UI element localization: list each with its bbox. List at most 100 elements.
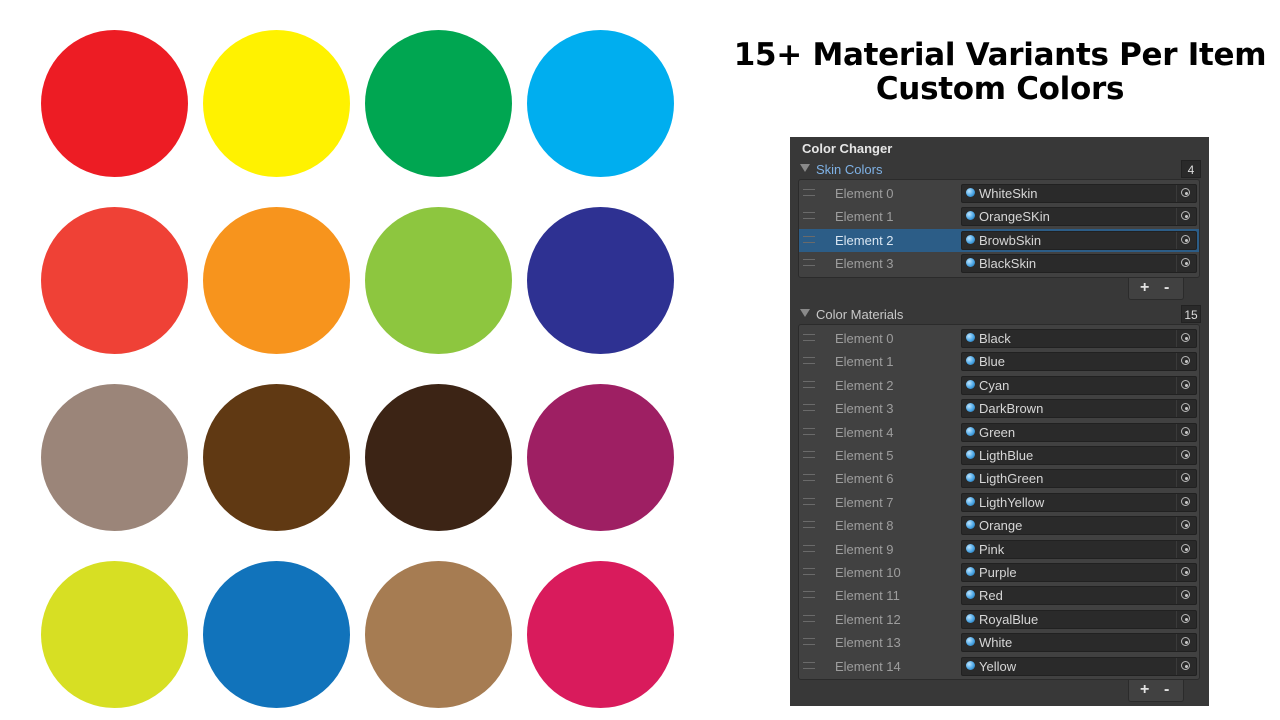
- skin-colors-foldout[interactable]: Skin Colors 4: [798, 160, 1201, 179]
- material-name: Green: [979, 424, 1016, 440]
- object-picker-button[interactable]: [1176, 657, 1196, 675]
- material-object-field[interactable]: Yellow: [961, 656, 1197, 676]
- drag-handle-icon[interactable]: [803, 259, 815, 267]
- object-picker-button[interactable]: [1176, 493, 1196, 511]
- object-picker-button[interactable]: [1176, 353, 1196, 371]
- object-picker-button[interactable]: [1176, 447, 1196, 464]
- material-icon: [966, 426, 975, 436]
- drag-handle-icon[interactable]: [803, 451, 815, 458]
- object-picker-button[interactable]: [1176, 423, 1196, 441]
- remove-element-button[interactable]: -: [1164, 278, 1169, 298]
- object-picker-button[interactable]: [1176, 330, 1196, 347]
- list-element-row[interactable]: Element 4 Green: [799, 421, 1199, 444]
- material-object-field[interactable]: LigthYellow: [961, 492, 1197, 512]
- material-object-field[interactable]: RoyalBlue: [961, 609, 1197, 629]
- object-picker-button[interactable]: [1176, 231, 1196, 249]
- list-element-row[interactable]: Element 6 LigthGreen: [799, 467, 1199, 490]
- list-element-row[interactable]: Element 2 Cyan: [799, 374, 1199, 397]
- object-picker-button[interactable]: [1176, 208, 1196, 226]
- remove-element-button[interactable]: -: [1164, 680, 1169, 700]
- object-picker-button[interactable]: [1176, 185, 1196, 202]
- foldout-arrow-icon[interactable]: [800, 309, 810, 317]
- object-picker-button[interactable]: [1176, 255, 1196, 273]
- list-element-row[interactable]: Element 9 Pink: [799, 538, 1199, 561]
- object-picker-button[interactable]: [1176, 540, 1196, 558]
- list-element-row[interactable]: Element 1 Blue: [799, 350, 1199, 373]
- drag-handle-icon[interactable]: [803, 614, 815, 622]
- material-object-field[interactable]: Black: [961, 329, 1197, 348]
- list-element-row[interactable]: Element 5 LigthBlue: [799, 444, 1199, 467]
- add-element-button[interactable]: +: [1140, 278, 1149, 298]
- material-object-field[interactable]: BrowbSkin: [961, 230, 1197, 250]
- material-name: LigthGreen: [979, 471, 1044, 487]
- material-object-field[interactable]: Pink: [961, 539, 1197, 559]
- element-label: Element 7: [835, 494, 894, 510]
- object-picker-button[interactable]: [1176, 634, 1196, 652]
- drag-handle-icon[interactable]: [803, 591, 815, 599]
- list-element-row[interactable]: Element 12 RoyalBlue: [799, 608, 1199, 631]
- object-picker-button[interactable]: [1176, 587, 1196, 605]
- drag-handle-icon[interactable]: [803, 638, 815, 646]
- material-object-field[interactable]: Red: [961, 586, 1197, 606]
- list-element-row[interactable]: Element 13 White: [799, 631, 1199, 654]
- object-picker-button[interactable]: [1176, 564, 1196, 581]
- color-materials-foldout[interactable]: Color Materials 15: [798, 305, 1201, 324]
- drag-handle-icon[interactable]: [803, 380, 815, 388]
- drag-handle-icon[interactable]: [803, 235, 815, 243]
- color-swatch: [527, 384, 674, 531]
- material-object-field[interactable]: Cyan: [961, 375, 1197, 395]
- drag-handle-icon[interactable]: [803, 404, 815, 412]
- color-materials-size-field[interactable]: 15: [1181, 305, 1201, 323]
- list-element-row[interactable]: Element 3 DarkBrown: [799, 397, 1199, 420]
- list-element-row[interactable]: Element 2 BrowbSkin: [799, 228, 1199, 252]
- material-object-field[interactable]: White: [961, 633, 1197, 653]
- drag-handle-icon[interactable]: [803, 189, 815, 196]
- drag-handle-icon[interactable]: [803, 334, 815, 341]
- drag-handle-icon[interactable]: [803, 497, 815, 505]
- material-object-field[interactable]: OrangeSKin: [961, 207, 1197, 227]
- object-picker-button[interactable]: [1176, 376, 1196, 394]
- color-swatch-grid: [0, 0, 720, 720]
- object-picker-button[interactable]: [1176, 400, 1196, 418]
- material-icon: [966, 356, 975, 366]
- material-object-field[interactable]: Blue: [961, 352, 1197, 372]
- list-element-row[interactable]: Element 0 Black: [799, 327, 1199, 350]
- drag-handle-icon[interactable]: [803, 568, 815, 575]
- object-picker-button[interactable]: [1176, 517, 1196, 535]
- skin-colors-list: Element 0 WhiteSkin Element 1 OrangeSKin Ele…: [798, 179, 1200, 278]
- material-object-field[interactable]: Purple: [961, 563, 1197, 582]
- material-object-field[interactable]: WhiteSkin: [961, 184, 1197, 203]
- skin-colors-size-field[interactable]: 4: [1181, 160, 1201, 178]
- drag-handle-icon[interactable]: [803, 212, 815, 220]
- material-object-field[interactable]: DarkBrown: [961, 399, 1197, 419]
- material-object-field[interactable]: LigthBlue: [961, 446, 1197, 465]
- color-materials-label: Color Materials: [816, 307, 904, 322]
- drag-handle-icon[interactable]: [803, 661, 815, 669]
- material-icon: [966, 660, 975, 670]
- drag-handle-icon[interactable]: [803, 427, 815, 435]
- material-name: DarkBrown: [979, 401, 1044, 417]
- material-object-field[interactable]: LigthGreen: [961, 469, 1197, 489]
- list-element-row[interactable]: Element 10 Purple: [799, 561, 1199, 584]
- drag-handle-icon[interactable]: [803, 357, 815, 365]
- list-element-row[interactable]: Element 3 BlackSkin: [799, 252, 1199, 275]
- list-element-row[interactable]: Element 1 OrangeSKin: [799, 205, 1199, 228]
- list-element-row[interactable]: Element 7 LigthYellow: [799, 491, 1199, 514]
- object-picker-button[interactable]: [1176, 610, 1196, 628]
- list-element-row[interactable]: Element 14 Yellow: [799, 655, 1199, 678]
- material-object-field[interactable]: Orange: [961, 516, 1197, 536]
- color-materials-add-remove: + -: [1128, 680, 1184, 702]
- list-element-row[interactable]: Element 8 Orange: [799, 514, 1199, 537]
- foldout-arrow-icon[interactable]: [800, 164, 810, 172]
- list-element-row[interactable]: Element 11 Red: [799, 584, 1199, 607]
- material-object-field[interactable]: BlackSkin: [961, 254, 1197, 274]
- add-element-button[interactable]: +: [1140, 680, 1149, 700]
- material-object-field[interactable]: Green: [961, 422, 1197, 442]
- material-name: LigthYellow: [979, 494, 1045, 510]
- drag-handle-icon[interactable]: [803, 521, 815, 529]
- drag-handle-icon[interactable]: [803, 474, 815, 482]
- object-picker-button[interactable]: [1176, 470, 1196, 488]
- list-element-row[interactable]: Element 0 WhiteSkin: [799, 182, 1199, 205]
- object-picker-icon: [1181, 543, 1190, 553]
- drag-handle-icon[interactable]: [803, 544, 815, 552]
